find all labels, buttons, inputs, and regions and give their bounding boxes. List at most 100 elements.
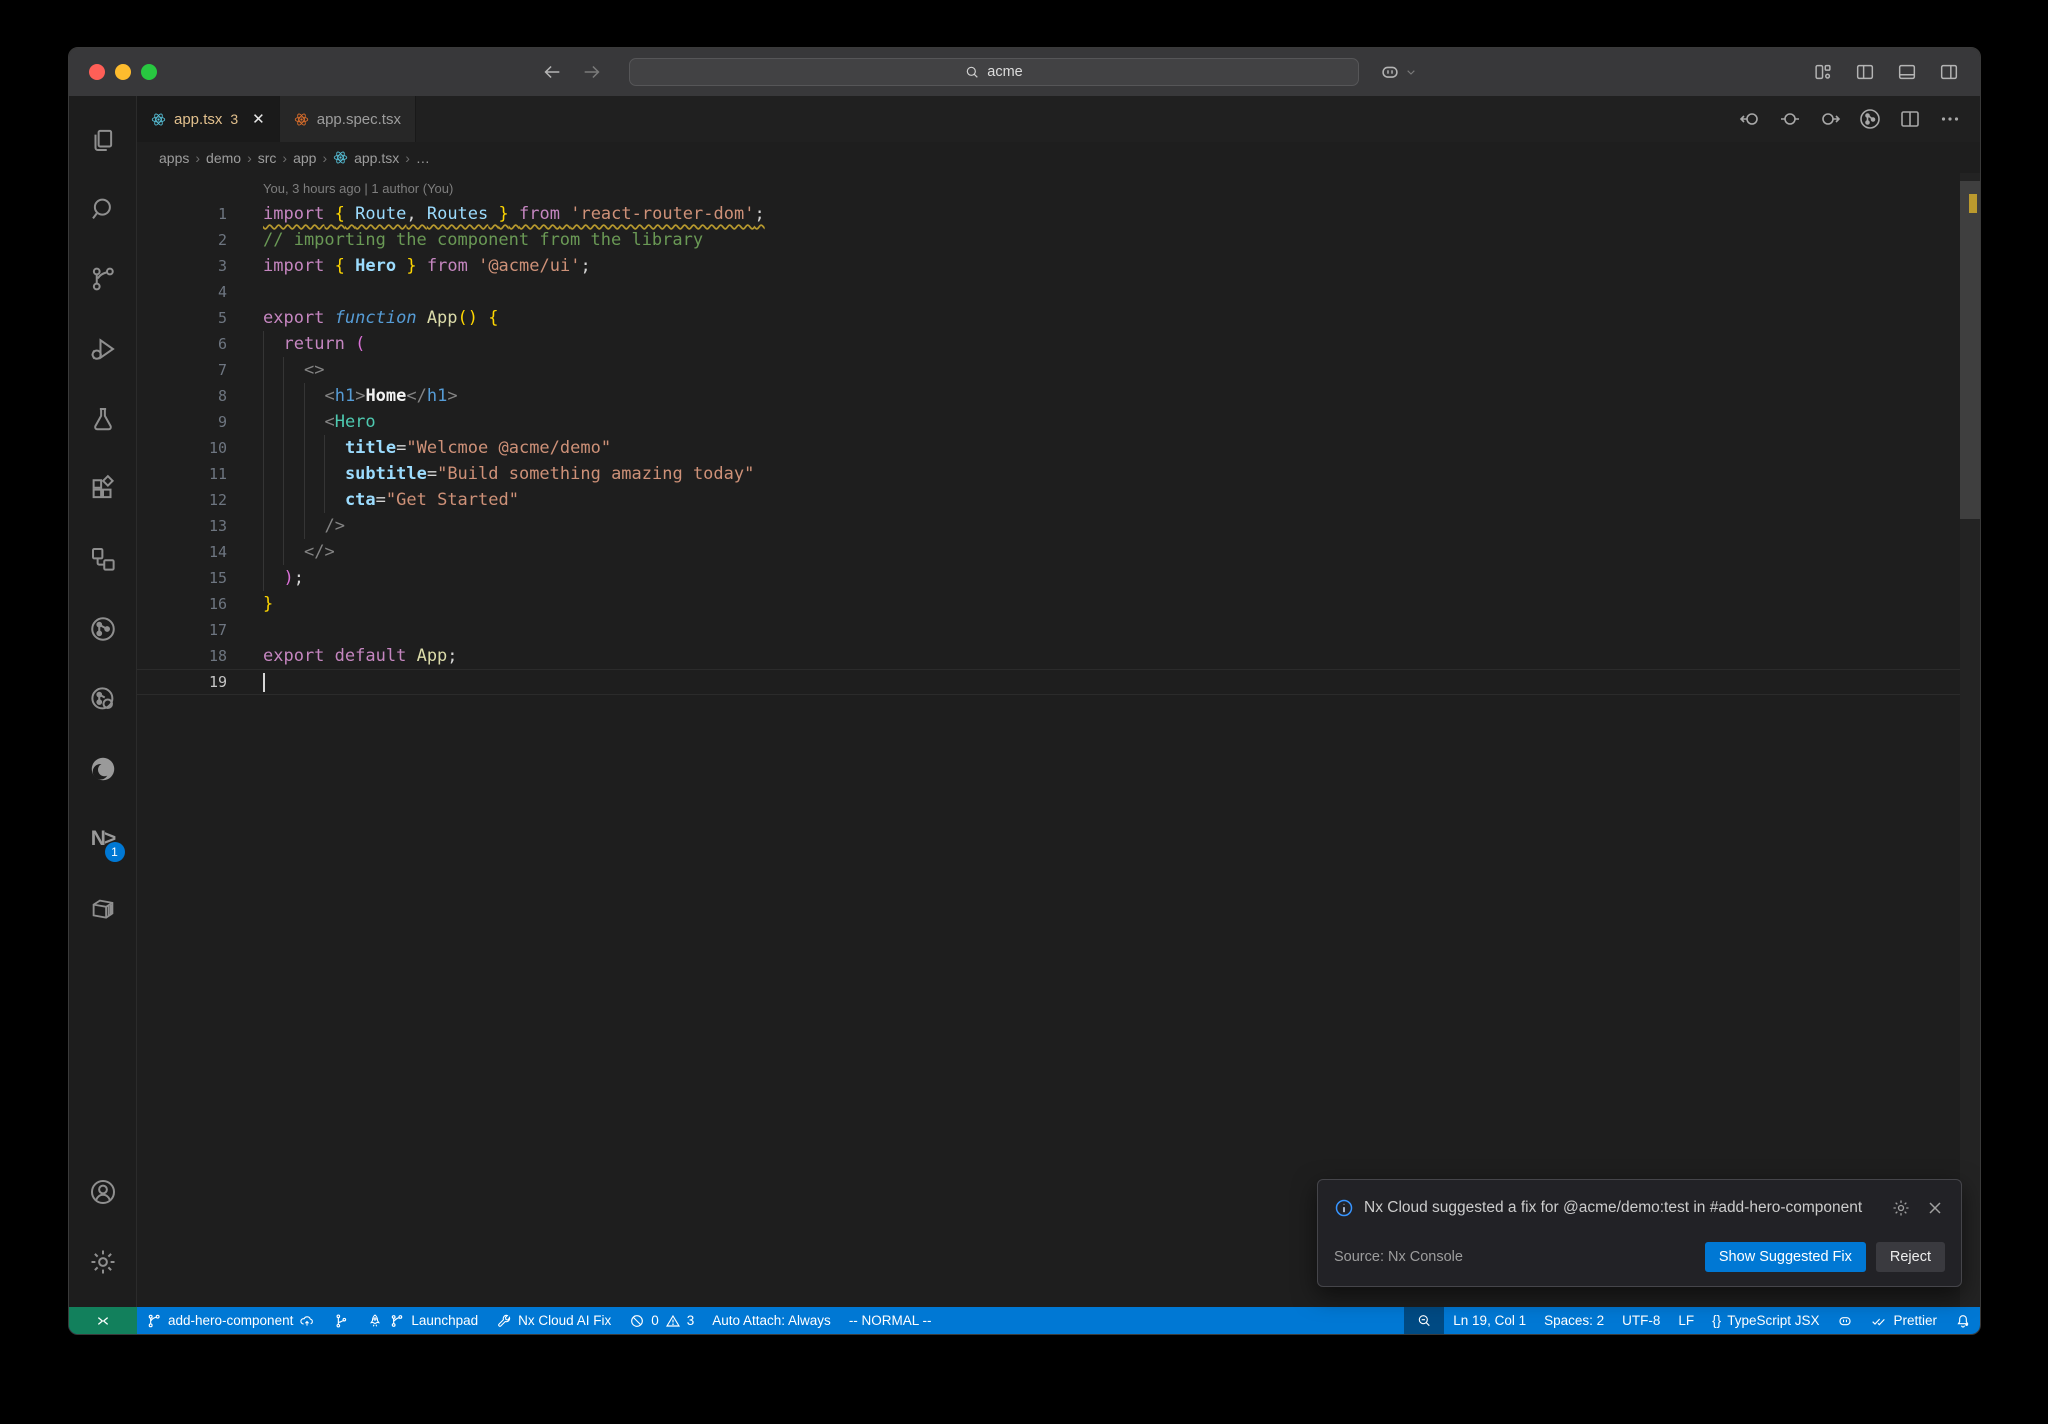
toggle-panel-icon[interactable] [1896,61,1918,83]
code-line[interactable]: 9 <Hero [137,409,1960,435]
nx-icon[interactable]: N> 1 [69,804,137,874]
vim-mode-status[interactable]: -- NORMAL -- [840,1307,941,1334]
code-line[interactable]: 5 export function App() { [137,305,1960,331]
code-line[interactable]: 14 </> [137,539,1960,565]
code-line[interactable]: 1 import { Route, Routes } from 'react-ro… [137,201,1960,227]
warnings-icon [665,1314,680,1327]
cursor-position-status[interactable]: Ln 19, Col 1 [1444,1307,1535,1334]
notifications-status[interactable] [1946,1307,1980,1334]
container-icon[interactable] [69,874,137,944]
copilot-status[interactable] [1828,1307,1862,1334]
maximize-window-button[interactable] [141,64,157,80]
breadcrumb-item[interactable]: apps [159,150,189,166]
branch-name: add-hero-component [168,1313,294,1328]
tab-app-spec-tsx[interactable]: app.spec.tsx [279,96,416,142]
code-line[interactable]: 13 /> [137,513,1960,539]
indentation-status[interactable]: Spaces: 2 [1535,1307,1613,1334]
git-branch-status[interactable]: add-hero-component [137,1307,324,1334]
auto-attach-status[interactable]: Auto Attach: Always [703,1307,840,1334]
code-line[interactable]: 3 import { Hero } from '@acme/ui'; [137,253,1960,279]
code-line[interactable]: 11 subtitle="Build something amazing tod… [137,461,1960,487]
encoding-status[interactable]: UTF-8 [1613,1307,1669,1334]
edge-browser-icon[interactable] [69,734,137,804]
account-icon[interactable] [69,1157,137,1227]
settings-gear-icon[interactable] [69,1227,137,1297]
code-line[interactable]: 19 [137,669,1960,695]
close-window-button[interactable] [89,64,105,80]
reject-button[interactable]: Reject [1875,1242,1945,1272]
code-line[interactable]: 4 [137,279,1960,305]
editor-scrollbar[interactable] [1960,173,1980,1307]
graph-circle-icon[interactable] [69,594,137,664]
breadcrumb-item[interactable]: demo [206,150,241,166]
split-editor-icon[interactable] [1898,107,1922,131]
toggle-secondary-sidebar-icon[interactable] [1938,61,1960,83]
rocket-icon [370,1313,381,1327]
code-lines: 1 import { Route, Routes } from 'react-ro… [137,201,1960,695]
run-debug-icon[interactable] [69,314,137,384]
breadcrumb-item[interactable]: src [258,150,277,166]
line-number: 16 [208,595,227,613]
code-line[interactable]: 17 [137,617,1960,643]
command-center-search[interactable]: acme [628,58,1359,86]
code-line[interactable]: 16} [137,591,1960,617]
code-line[interactable]: 7 <> [137,357,1960,383]
toast-gear-icon[interactable] [1891,1198,1911,1218]
breadcrumb-more[interactable]: … [416,150,430,166]
step-current-icon[interactable] [1778,107,1802,131]
graph-search-icon[interactable] [69,664,137,734]
editor-actions [1738,96,1980,142]
navigate-forward-icon[interactable] [581,61,603,83]
code-line[interactable]: 6 return ( [137,331,1960,357]
line-number: 4 [217,283,227,301]
copilot-menu[interactable] [1379,61,1419,83]
breadcrumb-item[interactable]: app [293,150,316,166]
customize-layout-icon[interactable] [1812,61,1834,83]
scrollbar-thumb[interactable] [1960,181,1980,519]
activity-bar: N> 1 [69,96,137,1307]
copilot-icon [1839,1316,1852,1325]
git-graph-status[interactable] [324,1307,358,1334]
line-number: 12 [208,491,227,509]
explorer-icon[interactable] [69,104,137,174]
problems-status[interactable]: 0 3 [620,1307,703,1334]
warning-count: 3 [686,1313,695,1328]
extensions-icon[interactable] [69,454,137,524]
toggle-primary-sidebar-icon[interactable] [1854,61,1876,83]
nx-cloud-fix-status[interactable]: Nx Cloud AI Fix [487,1307,620,1334]
line-number: 3 [217,257,227,275]
run-graph-icon[interactable] [1858,107,1882,131]
code-line[interactable]: 18 export default App; [137,643,1960,669]
language-mode-status[interactable]: {} TypeScript JSX [1703,1307,1828,1334]
minimize-window-button[interactable] [115,64,131,80]
show-suggested-fix-button[interactable]: Show Suggested Fix [1704,1242,1866,1272]
step-forward-icon[interactable] [1818,107,1842,131]
breadcrumb-item[interactable]: app.tsx [354,150,399,166]
formatter-status[interactable]: Prettier [1862,1307,1946,1334]
code-line[interactable]: 12 cta="Get Started" [137,487,1960,513]
testing-icon[interactable] [69,384,137,454]
code-line[interactable]: 10 title="Welcmoe @acme/demo" [137,435,1960,461]
zoom-indicator[interactable] [1404,1307,1445,1334]
line-number: 15 [208,569,227,587]
code-line[interactable]: 8 <h1>Home</h1> [137,383,1960,409]
search-sidebar-icon[interactable] [69,174,137,244]
more-actions-icon[interactable] [1938,107,1962,131]
toast-close-icon[interactable] [1925,1198,1945,1218]
line-number: 13 [208,517,227,535]
close-tab-icon[interactable]: ✕ [252,110,265,128]
tab-label: app.tsx [174,110,223,128]
tab-app-tsx[interactable]: app.tsx 3 ✕ [137,96,280,142]
code-line[interactable]: 2// importing the component from the lib… [137,227,1960,253]
source-control-icon[interactable] [69,244,137,314]
status-bar: add-hero-component Launchpad Nx Cloud AI… [69,1307,1980,1334]
remote-indicator[interactable] [69,1307,137,1334]
eol-status[interactable]: LF [1669,1307,1703,1334]
code-line[interactable]: 15 ); [137,565,1960,591]
code-editor[interactable]: You, 3 hours ago | 1 author (You) 1 impor… [137,173,1980,1307]
navigate-back-icon[interactable] [541,61,563,83]
launchpad-status[interactable]: Launchpad [358,1307,487,1334]
connected-boxes-icon[interactable] [69,524,137,594]
step-back-icon[interactable] [1738,107,1762,131]
line-number: 19 [208,673,227,691]
